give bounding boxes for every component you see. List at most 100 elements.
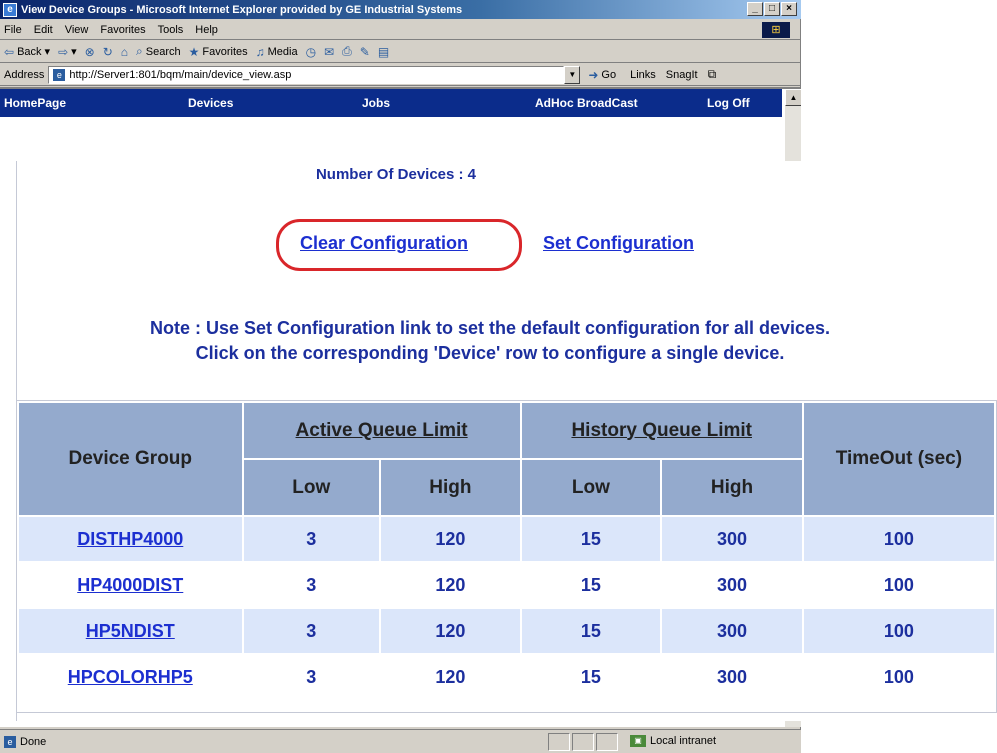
scroll-up-button[interactable]: ▲ [785,89,801,106]
close-button[interactable]: × [781,2,797,16]
status-text: Done [20,735,47,748]
history-high-cell: 300 [662,609,802,653]
discuss-button[interactable]: ▤ [378,45,389,59]
back-dropdown-icon: ▾ [44,46,51,58]
header-timeout: TimeOut (sec) [803,403,994,515]
back-button[interactable]: ⇦ Back ▾ [4,45,50,59]
menu-help[interactable]: Help [195,24,218,36]
snagit-button[interactable]: SnagIt [666,69,698,81]
header-history-high: High [662,460,802,515]
nav-devices[interactable]: Devices [188,96,233,110]
forward-dropdown-icon: ▾ [71,46,77,58]
nav-adhoc-broadcast[interactable]: AdHoc BroadCast [535,96,638,110]
history-button[interactable]: ◷ [306,45,316,59]
table-row[interactable]: DISTHP4000 3 120 15 300 100 [19,517,994,561]
stop-button[interactable]: ⊗ [85,45,95,59]
status-panel [596,733,618,751]
menu-favorites[interactable]: Favorites [100,24,145,36]
mail-button[interactable]: ✉ [324,45,334,59]
go-arrow-icon: ➜ [588,67,599,82]
history-low-cell: 15 [521,655,661,699]
history-low-cell: 15 [521,609,661,653]
nav-homepage[interactable]: HomePage [4,96,66,110]
history-high-cell: 300 [662,563,802,607]
site-nav-bar: HomePage Devices Jobs AdHoc BroadCast Lo… [0,89,782,117]
links-button[interactable]: Links [630,69,656,81]
home-button[interactable]: ⌂ [121,45,128,59]
clear-configuration-link[interactable]: Clear Configuration [300,233,468,254]
search-button[interactable]: ⌕ Search [136,44,181,59]
device-group-link[interactable]: HPCOLORHP5 [68,667,193,687]
header-history-low: Low [521,460,661,515]
history-low-cell: 15 [521,517,661,561]
device-group-cell: HPCOLORHP5 [19,655,242,699]
table-row[interactable]: HP4000DIST 3 120 15 300 100 [19,563,994,607]
active-low-cell: 3 [243,517,380,561]
device-group-link[interactable]: DISTHP4000 [77,529,183,549]
title-bar: e View Device Groups - Microsoft Interne… [0,0,801,19]
set-configuration-link[interactable]: Set Configuration [543,233,694,254]
nav-jobs[interactable]: Jobs [362,96,390,110]
nav-log-off[interactable]: Log Off [707,96,750,110]
refresh-button[interactable]: ↻ [103,45,113,59]
address-label: Address [4,68,45,81]
device-group-link[interactable]: HP5NDIST [86,621,175,641]
windows-logo-icon: ⊞ [762,22,790,38]
maximize-button[interactable]: □ [764,2,780,16]
home-icon: ⌂ [120,44,129,59]
header-active-queue: Active Queue Limit [243,403,520,458]
address-url: http://Server1:801/bqm/main/device_view.… [69,68,292,81]
header-device-group: Device Group [19,403,242,515]
status-panel [548,733,570,751]
print-button[interactable]: ⎙ [342,44,352,59]
edit-button[interactable]: ✎ [360,45,370,59]
device-group-cell: DISTHP4000 [19,517,242,561]
mail-icon: ✉ [324,44,335,59]
media-label: Media [267,45,298,58]
table-row[interactable]: HPCOLORHP5 3 120 15 300 100 [19,655,994,699]
menu-file[interactable]: File [4,24,22,36]
local-intranet-icon: ▣ [630,735,646,747]
header-active-low: Low [243,460,380,515]
back-arrow-icon: ⇦ [4,44,15,59]
discuss-icon: ▤ [377,44,390,59]
header-history-queue-label: History Queue Limit [571,419,752,441]
snagit-options-icon[interactable]: ⧉ [708,67,717,82]
header-active-high: High [381,460,520,515]
device-table: Device Group Active Queue Limit History … [16,400,997,713]
media-icon: ♫ [255,44,265,59]
favorites-icon: ★ [188,44,200,59]
active-high-cell: 120 [381,609,520,653]
back-label: Back [17,45,42,58]
device-group-link[interactable]: HP4000DIST [77,575,183,595]
address-input[interactable]: e http://Server1:801/bqm/main/device_vie… [48,65,565,84]
menu-edit[interactable]: Edit [34,24,53,36]
history-high-cell: 300 [662,655,802,699]
table-row[interactable]: HP5NDIST 3 120 15 300 100 [19,609,994,653]
search-icon: ⌕ [136,44,143,58]
minimize-button[interactable]: _ [747,2,763,16]
history-icon: ◷ [305,44,317,59]
device-group-cell: HP4000DIST [19,563,242,607]
timeout-cell: 100 [803,655,994,699]
favorites-button[interactable]: ★ Favorites [189,45,248,59]
menu-view[interactable]: View [65,24,89,36]
forward-button[interactable]: ⇨ ▾ [58,45,77,59]
go-label: Go [601,68,617,81]
status-panel [572,733,594,751]
active-high-cell: 120 [381,517,520,561]
address-dropdown-button[interactable]: ▼ [564,65,581,84]
media-button[interactable]: ♫ Media [256,45,298,59]
forward-arrow-icon: ⇨ [58,44,69,59]
security-zone: ▣ Local intranet [630,735,716,747]
page-status-icon: e [4,735,16,748]
active-high-cell: 120 [381,563,520,607]
menu-bar: File Edit View Favorites Tools Help [0,20,801,40]
history-low-cell: 15 [521,563,661,607]
window-title: View Device Groups - Microsoft Internet … [21,3,463,16]
standard-toolbar: ⇦ Back ▾ ⇨ ▾ ⊗ ↻ ⌂ ⌕ Search ★ Favorites ♫… [0,41,801,63]
page-icon: e [53,68,66,81]
active-low-cell: 3 [243,655,380,699]
go-button[interactable]: ➜ Go [588,68,616,82]
menu-tools[interactable]: Tools [158,24,184,36]
